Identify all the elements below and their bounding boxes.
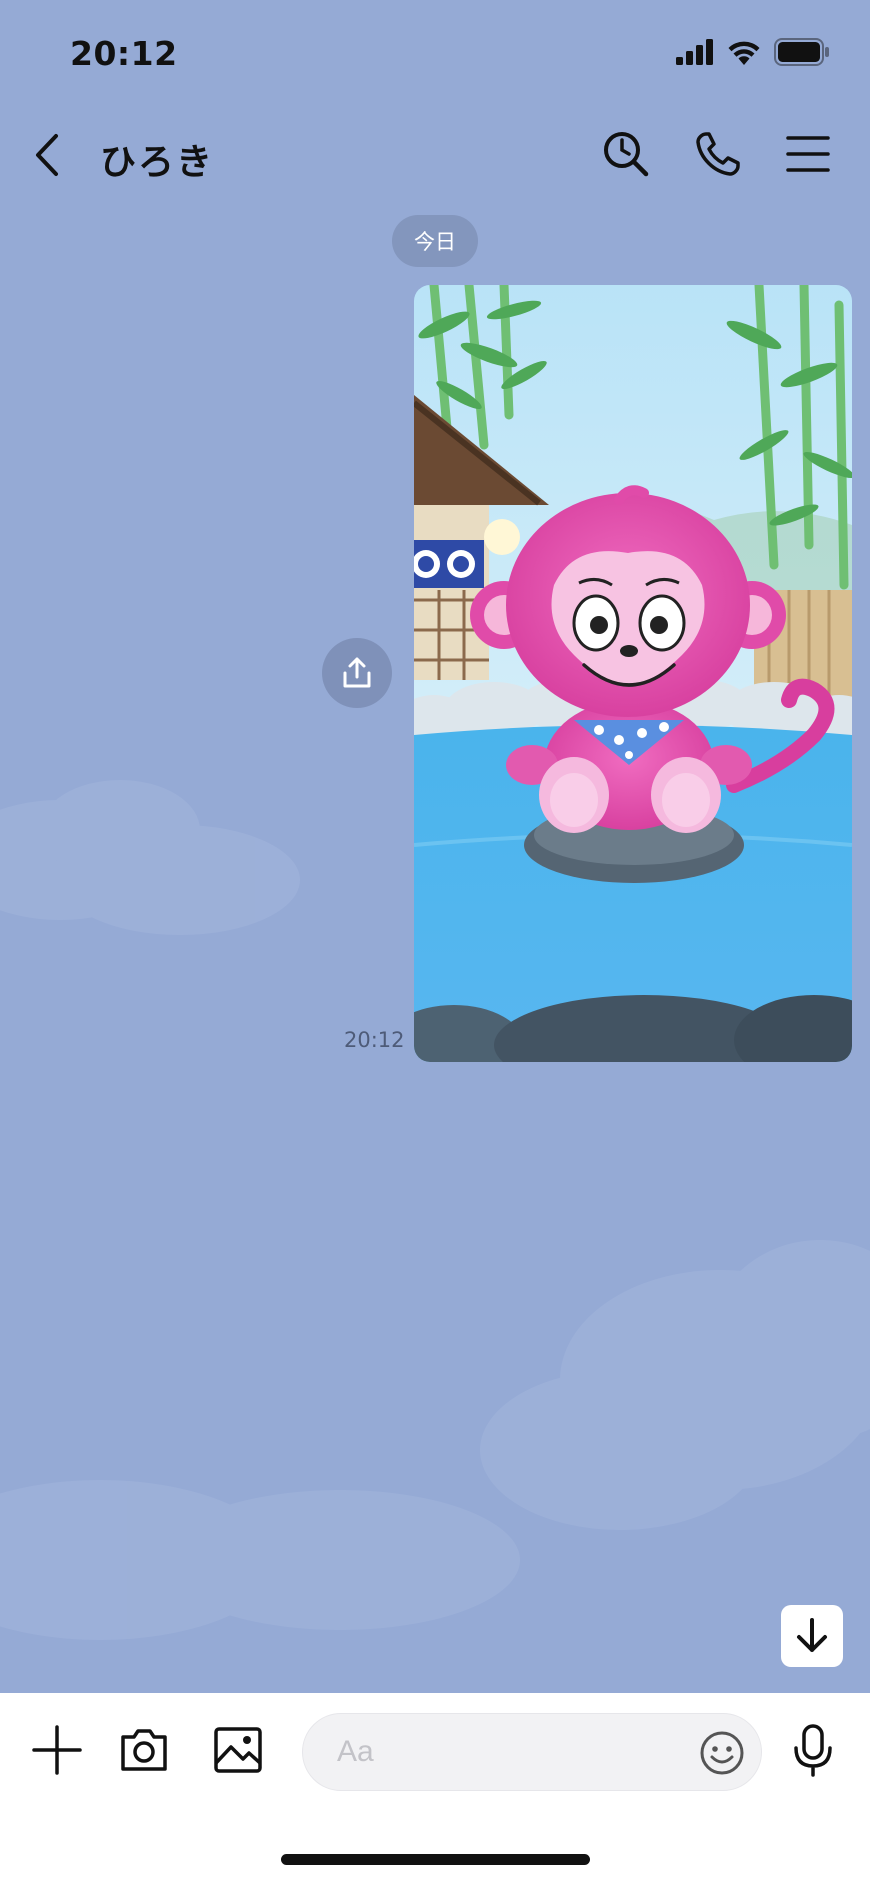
microphone-icon[interactable] xyxy=(786,1723,840,1777)
status-icons xyxy=(676,38,830,66)
monkey-hot-spring-image xyxy=(414,285,852,1062)
battery-icon xyxy=(774,38,829,66)
message-timestamp: 20:12 xyxy=(344,1028,405,1052)
phone-call-icon[interactable] xyxy=(692,128,744,180)
status-time: 20:12 xyxy=(70,34,178,73)
share-button[interactable] xyxy=(322,638,392,708)
composer-bar xyxy=(0,1693,870,1883)
message-input-box[interactable] xyxy=(302,1713,762,1791)
share-icon xyxy=(343,657,371,688)
chat-header: ひろき xyxy=(0,110,870,200)
chat-title[interactable]: ひろき xyxy=(100,133,214,185)
plus-icon[interactable] xyxy=(30,1723,84,1777)
message-input[interactable] xyxy=(337,1732,667,1772)
back-arrow-icon[interactable] xyxy=(28,130,68,180)
cellular-signal-icon xyxy=(676,39,713,65)
image-message[interactable] xyxy=(414,285,852,1062)
arrow-down-icon xyxy=(797,1618,827,1652)
search-icon[interactable] xyxy=(600,128,652,180)
date-separator: 今日 xyxy=(392,215,478,267)
wifi-icon xyxy=(728,41,760,65)
camera-icon[interactable] xyxy=(117,1723,171,1777)
emoji-icon[interactable] xyxy=(699,1730,745,1776)
image-gallery-icon[interactable] xyxy=(211,1723,265,1777)
menu-icon[interactable] xyxy=(782,128,834,180)
scroll-to-bottom-button[interactable] xyxy=(781,1605,843,1667)
status-bar: 20:12 xyxy=(0,0,870,110)
home-indicator xyxy=(281,1854,590,1865)
